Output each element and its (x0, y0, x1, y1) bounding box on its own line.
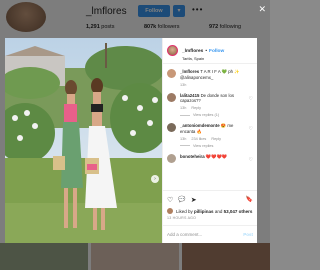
comment-likes[interactable]: 234 likes (191, 137, 206, 141)
author-avatar[interactable] (167, 45, 178, 56)
comment-username[interactable]: bonoteheira (180, 154, 205, 159)
comment-text: ❤️❤️❤️❤️ (205, 153, 228, 159)
header-separator: • (205, 49, 208, 54)
heart-icon[interactable]: ♡ (167, 197, 173, 204)
comment-username[interactable]: _lmflores (180, 69, 199, 74)
view-replies-button[interactable]: View replies (180, 144, 253, 148)
list-item: bonoteheira ❤️❤️❤️❤️ ♡ (167, 153, 253, 163)
post-comment-button[interactable]: Post (243, 232, 253, 237)
add-comment-bar: Post (163, 225, 257, 243)
bookmark-icon[interactable]: 🔖 (246, 197, 253, 203)
add-comment-input[interactable] (167, 232, 244, 237)
close-icon[interactable]: ✕ (258, 4, 266, 15)
comment-time: 13h (180, 106, 187, 111)
comment-username[interactable]: _antoniomdemonte (180, 123, 220, 128)
post-photo[interactable]: › (5, 38, 162, 243)
author-username[interactable]: _lmflores (182, 49, 203, 54)
comment-username[interactable]: lalita2415 (180, 93, 199, 98)
follow-link[interactable]: Follow (209, 49, 224, 54)
liker-avatar (167, 208, 173, 214)
comment-time: 13h (180, 136, 187, 141)
avatar[interactable] (167, 153, 176, 163)
comments-list[interactable]: _lmflores T A R I F A 💚 ph ✨ @alinaponce… (163, 64, 257, 190)
reply-button[interactable]: Reply (191, 106, 201, 110)
next-arrow-icon[interactable]: › (151, 175, 159, 183)
like-comment-icon[interactable]: ♡ (249, 96, 253, 102)
liker-username[interactable]: pillipinas (194, 209, 214, 214)
liked-by: Liked by pillipinas and 53,047 others (167, 208, 253, 214)
location-link[interactable]: Tarifa, Spain (182, 56, 224, 61)
post-sidebar: _lmflores • Follow Tarifa, Spain _lmflores… (162, 38, 257, 243)
post-actions: ♡ 💬 ➤ 🔖 Liked by pillipinas and 53,047 o… (163, 190, 257, 220)
comment-time: 13h (180, 82, 187, 87)
list-item: _antoniomdemonte 😍 me encanta 🔥 13h 234 l… (167, 123, 253, 141)
avatar[interactable] (167, 92, 176, 102)
like-comment-icon[interactable]: ♡ (249, 126, 253, 132)
likes-count[interactable]: 53,047 others (224, 209, 253, 214)
post-header: _lmflores • Follow Tarifa, Spain (163, 38, 257, 64)
post-modal: › _lmflores • Follow Tarifa, Spain _lmflor… (5, 38, 257, 243)
comment-icon[interactable]: 💬 (178, 197, 185, 203)
avatar[interactable] (167, 123, 176, 133)
avatar[interactable] (167, 69, 176, 78)
view-replies-button[interactable]: View replies (1) (180, 113, 253, 117)
share-icon[interactable]: ➤ (191, 197, 197, 204)
reply-button[interactable]: Reply (211, 137, 221, 141)
caption: _lmflores T A R I F A 💚 ph ✨ @alinaponce… (167, 69, 253, 87)
like-comment-icon[interactable]: ♡ (249, 157, 253, 163)
list-item: lalita2415 De donde son los capazos?? 13… (167, 92, 253, 111)
post-image (5, 38, 162, 243)
post-timestamp: 13 HOURS AGO (167, 216, 197, 220)
